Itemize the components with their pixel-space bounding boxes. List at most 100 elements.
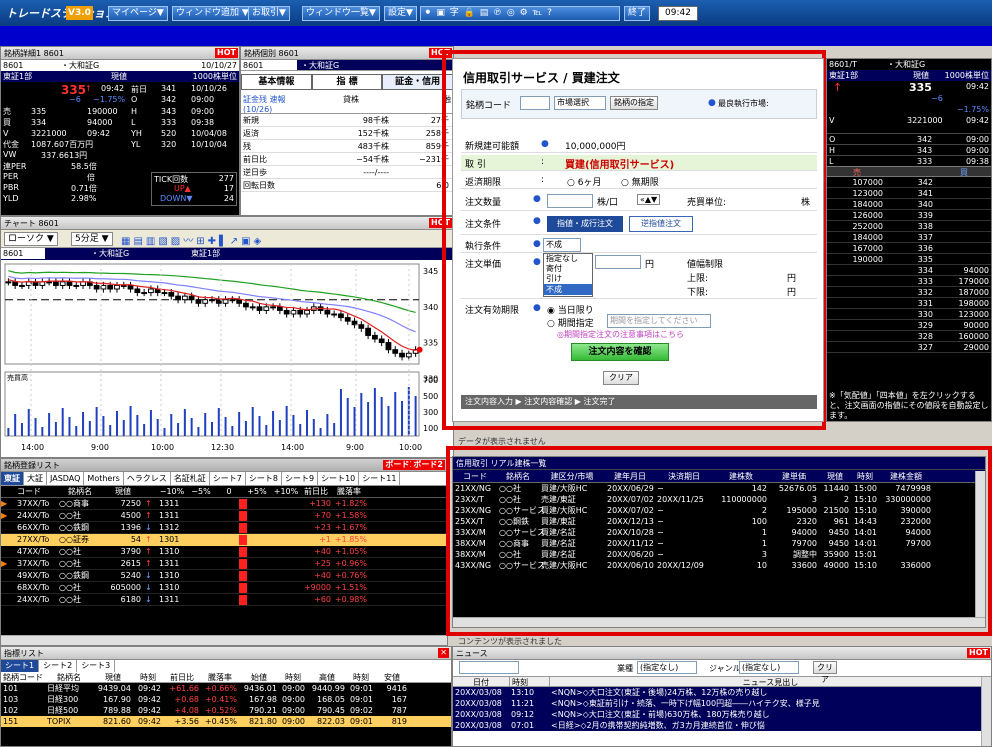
chart-type-select[interactable]: ローソク ▼: [4, 232, 58, 246]
watchlist-tab[interactable]: シート11: [359, 472, 401, 485]
hot-badge[interactable]: HOT: [215, 48, 238, 58]
index-row[interactable]: 151 TOPIX 821.60 09:42 +3.56 +0.45% 821.80 09:0…: [1, 716, 451, 727]
period-radio-indef[interactable]: ○ 無期限: [621, 175, 659, 188]
bid-price[interactable]: 329: [887, 320, 937, 330]
positions-hscroll[interactable]: [453, 617, 985, 627]
clear-button[interactable]: クリア: [603, 371, 639, 385]
news-row[interactable]: 20XX/03/08 11:21 <NQN>◇東証前引け・続落、一時下げ幅100円超…: [453, 698, 991, 709]
bid-row[interactable]: 327 29000: [827, 342, 991, 353]
price-field[interactable]: [595, 255, 641, 269]
watchlist-tab[interactable]: ヘラクレス: [124, 472, 171, 485]
ask-row[interactable]: 190000 335: [827, 254, 991, 265]
ask-price[interactable]: 335: [887, 254, 937, 264]
exec-option-close[interactable]: 引け: [544, 274, 592, 284]
ask-row[interactable]: 184000 340: [827, 199, 991, 210]
watchlist-tab[interactable]: シート7: [210, 472, 246, 485]
exec-dropdown[interactable]: 指定なし 寄付 引け 不成: [543, 253, 593, 297]
code-input[interactable]: 8601: [3, 60, 23, 71]
positions-titlebar[interactable]: 信用取引 リアル建株一覧: [453, 457, 985, 470]
tab-basic[interactable]: 基本情報: [241, 74, 312, 90]
ask-row[interactable]: 107000 342: [827, 177, 991, 188]
close-icon[interactable]: ✕: [438, 648, 449, 658]
valid-period-select[interactable]: 期間を指定してください: [607, 314, 711, 328]
index-titlebar[interactable]: 指標リスト ✕: [1, 647, 451, 660]
valid-period-radio[interactable]: ○ 期間指定: [547, 316, 594, 329]
ask-row[interactable]: 184000 337: [827, 232, 991, 243]
bid-price[interactable]: 327: [887, 342, 937, 352]
bid-price[interactable]: 332: [887, 287, 937, 297]
positions-row[interactable]: 43XX/NG ○○サービス 売建/大阪HC 20XX/06/10 20XX/12/09…: [453, 560, 985, 571]
exec-option-open[interactable]: 寄付: [544, 264, 592, 274]
watchlist-row[interactable]: 27XX/To ○○証券 54 ↑ 1301 +1 +1.85%: [1, 534, 447, 546]
period-radio-6m[interactable]: ○ 6ヶ月: [567, 175, 601, 188]
ask-row[interactable]: 126000 339: [827, 210, 991, 221]
quote-titlebar[interactable]: 銘柄詳細1 8601 HOT: [1, 47, 239, 60]
index-row[interactable]: 103 日経300 167.90 09:42 +0.68 +0.41% 167.98 09:0…: [1, 694, 451, 705]
index-row[interactable]: 102 日経500 789.88 09:42 +4.08 +0.52% 790.21 09:0…: [1, 705, 451, 716]
watchlist-row[interactable]: 49XX/To ○○鉄鋼 5240 ↓ 1310 +40 +0.76%: [1, 570, 447, 582]
ask-row[interactable]: 252000 338: [827, 221, 991, 232]
positions-row[interactable]: 33XX/M ○○サービス 買建/名証 20XX/10/28− 1 94000 9450 14…: [453, 527, 985, 538]
bid-row[interactable]: 333 179000: [827, 276, 991, 287]
chart-tool-icons[interactable]: ▦▤▥▧▨〰⊞✚▌↗▣◈: [121, 232, 264, 247]
credit-titlebar[interactable]: 銘柄個別 8601 HOT: [241, 47, 453, 60]
ask-price[interactable]: 340: [887, 199, 937, 209]
watchlist-tab[interactable]: シート10: [318, 472, 360, 485]
bid-row[interactable]: 334 94000: [827, 265, 991, 276]
tab-index[interactable]: 指 標: [311, 74, 383, 90]
qty-stepper[interactable]: «▲▼: [637, 194, 661, 205]
trade-menu[interactable]: お取引▼: [248, 6, 290, 21]
bid-row[interactable]: 330 123000: [827, 309, 991, 320]
bid-row[interactable]: 329 90000: [827, 320, 991, 331]
limit-market-tab[interactable]: 指値・成行注文: [547, 216, 623, 232]
watchlist-row[interactable]: 47XX/To ○○社 3790 ↑ 1310 +40 +1.05%: [1, 546, 447, 558]
index-tab[interactable]: シート1: [1, 660, 40, 672]
code-input[interactable]: 8601/T: [829, 59, 857, 70]
positions-row[interactable]: 23XX/NG ○○サービス 買建/大阪HC 20XX/07/02− 2 195000 21…: [453, 505, 985, 516]
exec-option-funari[interactable]: 不成: [544, 284, 592, 295]
bid-price[interactable]: 328: [887, 331, 937, 341]
genre-select[interactable]: (指定なし): [739, 661, 799, 674]
window-list-menu[interactable]: ウィンドウ一覧▼: [302, 6, 380, 21]
bid-row[interactable]: 331 198000: [827, 298, 991, 309]
exec-select[interactable]: 不成: [543, 238, 581, 252]
period-note-link[interactable]: ◎期間指定注文の注意事項はこちら: [557, 329, 684, 340]
positions-row[interactable]: 25XX/T ○○鋼鉄 買建/東証 20XX/12/13− 100 2320 961 14:4…: [453, 516, 985, 527]
news-vscroll[interactable]: [981, 677, 991, 746]
qty-field[interactable]: [547, 194, 593, 208]
watchlist-tab[interactable]: 東証: [1, 472, 24, 485]
watchlist-tab[interactable]: 名証札証: [171, 472, 210, 485]
tool-icons[interactable]: ⚫ ▣ 字 🔒 ▤ ℗ ◎ ⚙ ℡ ?: [420, 6, 620, 21]
add-window-menu[interactable]: ウィンドウ追加 ▼: [172, 6, 253, 21]
watchlist-tab[interactable]: 大証: [24, 472, 47, 485]
interval-select[interactable]: 5分足 ▼: [71, 232, 113, 246]
news-clear-button[interactable]: クリア: [813, 661, 837, 684]
watchlist-tab[interactable]: シート8: [246, 472, 282, 485]
positions-row[interactable]: 21XX/NG ○○社 買建/大阪HC 20XX/06/29− 142 52676.05 1…: [453, 483, 985, 494]
hot-badge[interactable]: HOT: [967, 648, 990, 658]
watchlist-hscroll[interactable]: [1, 635, 447, 645]
bid-price[interactable]: 331: [887, 298, 937, 308]
watchlist-row[interactable]: 68XX/To ○○社 605000 ↓ 1310 +9000 +1.51%: [1, 582, 447, 594]
news-row[interactable]: 20XX/03/08 13:10 <NQN>◇大口注文(東証・後場)24万株、12万…: [453, 687, 991, 698]
positions-row[interactable]: 38XX/M ○○社 買建/名証 20XX/06/20− 3 調整中 35900 15:01: [453, 549, 985, 560]
bid-price[interactable]: 334: [887, 265, 937, 275]
watchlist-row[interactable]: ▶ 24XX/To ○○社 4500 ↑ 1311 +70 +1.58%: [1, 510, 447, 522]
positions-vscroll[interactable]: [975, 471, 985, 617]
order-book[interactable]: 107000 342 123000 341 184000 340 126000 339 2520…: [827, 177, 991, 353]
bid-row[interactable]: 332 187000: [827, 287, 991, 298]
bid-row[interactable]: 328 160000: [827, 331, 991, 342]
industry-select[interactable]: (指定なし): [637, 661, 697, 674]
valid-today-radio[interactable]: ◉ 当日限り: [547, 303, 594, 316]
index-tab[interactable]: シート3: [77, 660, 116, 672]
ask-row[interactable]: 167000 336: [827, 243, 991, 254]
ask-price[interactable]: 342: [887, 177, 937, 187]
watchlist-tab[interactable]: JASDAQ: [47, 472, 85, 485]
watchlist-row[interactable]: ▶ 37XX/To ○○社 2615 ↑ 1311 +25 +0.96%: [1, 558, 447, 570]
ask-row[interactable]: 123000 341: [827, 188, 991, 199]
index-row[interactable]: 101 日経平均 9439.04 09:42 +61.66 +0.66% 9436.01 09…: [1, 683, 451, 694]
watchlist-tab[interactable]: Mothers: [84, 472, 124, 485]
ask-price[interactable]: 336: [887, 243, 937, 253]
ask-price[interactable]: 341: [887, 188, 937, 198]
news-titlebar[interactable]: ニュース HOT: [453, 647, 991, 660]
